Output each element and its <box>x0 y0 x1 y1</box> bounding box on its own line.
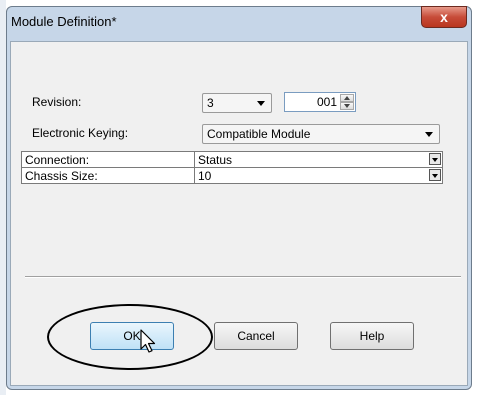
mouse-pointer-icon <box>140 329 156 353</box>
close-button[interactable]: x <box>421 6 467 28</box>
cancel-button[interactable]: Cancel <box>214 322 298 350</box>
arrow-up-icon <box>344 96 350 100</box>
dropdown-arrow-icon[interactable] <box>429 153 441 165</box>
chevron-down-icon <box>425 132 433 137</box>
electronic-keying-label: Electronic Keying: <box>32 126 129 140</box>
revision-label: Revision: <box>32 95 82 109</box>
chassis-size-value: 10 <box>198 168 212 183</box>
revision-minor-spinner[interactable]: 001 <box>284 92 356 112</box>
chassis-size-cell[interactable]: 10 <box>194 167 443 184</box>
spin-up-button[interactable] <box>340 94 354 102</box>
spinner-buttons <box>340 94 354 110</box>
arrow-down-icon <box>344 104 350 108</box>
electronic-keying-value: Compatible Module <box>207 127 311 141</box>
table-row: Connection: Status <box>21 151 443 168</box>
chassis-size-label: Chassis Size: <box>21 167 195 184</box>
property-grid: Connection: Status Chassis Size: 10 <box>21 151 443 184</box>
close-icon: x <box>440 9 448 25</box>
electronic-keying-select[interactable]: Compatible Module <box>202 124 440 144</box>
connection-cell[interactable]: Status <box>194 151 443 168</box>
table-row: Chassis Size: 10 <box>21 167 443 184</box>
dialog-title: Module Definition* <box>11 14 117 29</box>
spin-down-button[interactable] <box>340 102 354 110</box>
connection-label: Connection: <box>21 151 195 168</box>
chevron-down-icon <box>257 101 265 106</box>
separator <box>25 276 461 278</box>
highlight-oval <box>47 304 213 370</box>
dropdown-arrow-icon[interactable] <box>429 169 441 181</box>
help-button[interactable]: Help <box>330 322 414 350</box>
revision-major-select[interactable]: 3 <box>202 93 272 113</box>
revision-major-value: 3 <box>207 96 214 110</box>
revision-minor-value: 001 <box>316 95 337 109</box>
connection-value: Status <box>198 152 233 167</box>
title-bar: Module Definition* x <box>7 6 471 43</box>
